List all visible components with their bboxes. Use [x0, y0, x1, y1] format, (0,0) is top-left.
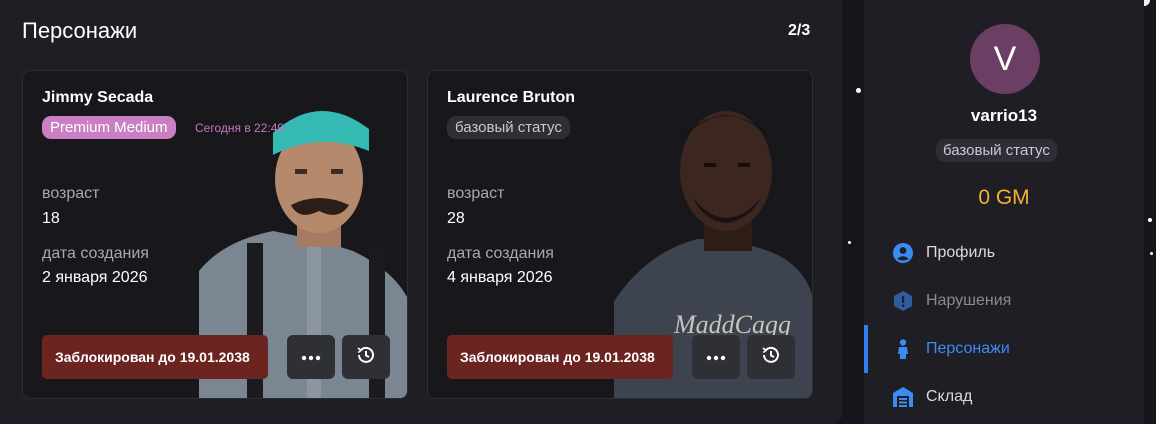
snowflake — [1150, 252, 1153, 255]
age-value: 28 — [447, 210, 465, 227]
blocked-status-banner: Заблокирован до 19.01.2038 — [447, 335, 673, 379]
created-date-value: 4 января 2026 — [447, 269, 553, 286]
created-date-label: дата создания — [42, 245, 149, 262]
page-count: 2/3 — [788, 22, 811, 39]
premium-status-time: Сегодня в 22:49 — [195, 121, 285, 135]
more-dots-icon — [706, 348, 726, 366]
more-options-button[interactable] — [287, 335, 335, 379]
created-date-value: 2 января 2026 — [42, 269, 148, 286]
more-options-button[interactable] — [692, 335, 740, 379]
sidebar-item-label: Персонажи — [926, 340, 1010, 357]
snowflake — [856, 88, 861, 93]
sidebar-item-label: Нарушения — [926, 292, 1012, 309]
warehouse-icon — [892, 386, 914, 408]
basic-status-badge: базовый статус — [447, 116, 570, 139]
user-circle-icon — [892, 242, 914, 264]
character-name: Laurence Bruton — [447, 89, 576, 106]
snowflake — [848, 241, 851, 244]
character-card-laurence[interactable]: MaddCagg Laurence Bruton базовый статус … — [427, 70, 813, 399]
age-label: возраст — [447, 185, 505, 202]
avatar: V — [970, 24, 1040, 94]
snowflake — [1148, 218, 1152, 222]
more-dots-icon — [301, 348, 321, 366]
created-date-label: дата создания — [447, 245, 554, 262]
sidebar-item-characters[interactable]: Персонажи — [864, 329, 1144, 369]
sidebar-item-violations[interactable]: Нарушения — [864, 281, 1144, 321]
profile-sidebar: V varrio13 базовый статус 0 GM Профиль Н… — [864, 0, 1144, 424]
sidebar-item-label: Профиль — [926, 244, 996, 261]
premium-status-badge: Premium Medium — [42, 116, 176, 139]
warning-hexagon-icon — [892, 290, 914, 312]
status-badge: базовый статус — [936, 139, 1057, 162]
sidebar-item-label: Склад — [926, 388, 973, 405]
characters-panel: Персонажи 2/3 Jimmy Secada Premium Mediu… — [0, 0, 842, 424]
blocked-status-banner: Заблокирован до 19.01.2038 — [42, 335, 268, 379]
history-clock-icon — [355, 344, 377, 371]
person-icon — [892, 338, 914, 360]
page-title: Персонажи — [22, 18, 138, 43]
age-value: 18 — [42, 210, 60, 227]
history-clock-icon — [760, 344, 782, 371]
character-name: Jimmy Secada — [42, 89, 154, 106]
history-button[interactable] — [342, 335, 390, 379]
age-label: возраст — [42, 185, 100, 202]
username: varrio13 — [970, 106, 1038, 125]
sidebar-item-profile[interactable]: Профиль — [864, 233, 1144, 273]
gm-balance: 0 GM — [978, 186, 1030, 209]
character-card-jimmy[interactable]: Jimmy Secada Premium Medium Сегодня в 22… — [22, 70, 408, 399]
history-button[interactable] — [747, 335, 795, 379]
sidebar-item-warehouse[interactable]: Склад — [864, 377, 1144, 417]
